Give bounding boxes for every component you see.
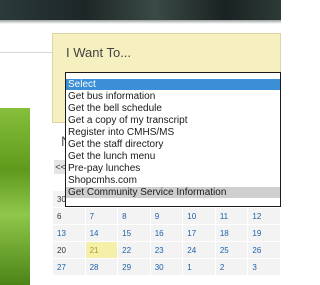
calendar-day-cell[interactable]: 26 xyxy=(247,241,281,259)
calendar-day-cell[interactable]: 24 xyxy=(182,241,216,259)
calendar-day-cell[interactable]: 10 xyxy=(182,207,216,225)
i-want-to-title: I Want To... xyxy=(66,45,132,60)
calendar-week-row: 6 7 8 9 10 11 12 xyxy=(52,207,281,225)
dropdown-option[interactable]: Get Community Service Information xyxy=(66,187,280,198)
calendar-day-cell[interactable]: 3 xyxy=(247,258,281,276)
calendar-day-cell[interactable]: 25 xyxy=(214,241,249,259)
dropdown-option[interactable]: Get the staff directory xyxy=(66,139,280,150)
calendar-day-cell[interactable]: 7 xyxy=(84,207,119,225)
banner-shadow xyxy=(0,20,281,24)
dropdown-option[interactable]: Shopcmhs.com xyxy=(66,175,280,186)
header-banner-image xyxy=(0,0,281,20)
calendar-day-cell[interactable]: 2 xyxy=(214,258,249,276)
calendar-day-cell[interactable]: 27 xyxy=(52,258,86,276)
calendar-day-cell[interactable]: 17 xyxy=(182,224,216,242)
dropdown-option[interactable]: Get a copy of my transcript xyxy=(66,115,280,126)
calendar-day-cell[interactable]: 22 xyxy=(117,241,151,259)
calendar-day-cell[interactable]: 23 xyxy=(149,241,184,259)
calendar-day-cell[interactable]: 15 xyxy=(117,224,151,242)
calendar-day-cell[interactable]: 12 xyxy=(247,207,281,225)
calendar-week-row: 20 21 22 23 24 25 26 xyxy=(52,241,281,259)
dropdown-option[interactable]: Get the lunch menu xyxy=(66,151,280,162)
dropdown-option[interactable]: Pre-pay lunches xyxy=(66,163,280,174)
calendar-day-cell[interactable]: 20 xyxy=(52,241,86,259)
calendar-day-cell[interactable]: 28 xyxy=(84,258,119,276)
calendar-day-cell[interactable]: 30 xyxy=(149,258,184,276)
calendar-day-cell[interactable]: 21 xyxy=(84,241,119,259)
calendar-day-cell[interactable]: 19 xyxy=(247,224,281,242)
calendar-day-cell[interactable]: 6 xyxy=(52,207,86,225)
calendar-day-cell[interactable]: 29 xyxy=(117,258,151,276)
calendar-day-cell[interactable]: 8 xyxy=(117,207,151,225)
dropdown-option[interactable]: Register into CMHS/MS xyxy=(66,127,280,138)
divider xyxy=(0,52,52,53)
calendar-week-row: 13 14 15 16 17 18 19 xyxy=(52,224,281,242)
side-decoration xyxy=(0,108,30,285)
calendar-week-row: 27 28 29 30 1 2 3 xyxy=(52,258,281,276)
dropdown-option[interactable]: Select xyxy=(66,79,280,90)
calendar-day-cell[interactable]: 16 xyxy=(149,224,184,242)
calendar-day-cell[interactable]: 11 xyxy=(214,207,249,225)
calendar-day-cell[interactable]: 9 xyxy=(149,207,184,225)
calendar-day-cell[interactable]: 1 xyxy=(182,258,216,276)
dropdown-option[interactable]: Get the bell schedule xyxy=(66,103,280,114)
dropdown-option[interactable]: Get bus information xyxy=(66,91,280,102)
calendar-day-cell[interactable]: 13 xyxy=(52,224,86,242)
calendar-day-cell[interactable]: 18 xyxy=(214,224,249,242)
calendar-day-cell[interactable]: 14 xyxy=(84,224,119,242)
